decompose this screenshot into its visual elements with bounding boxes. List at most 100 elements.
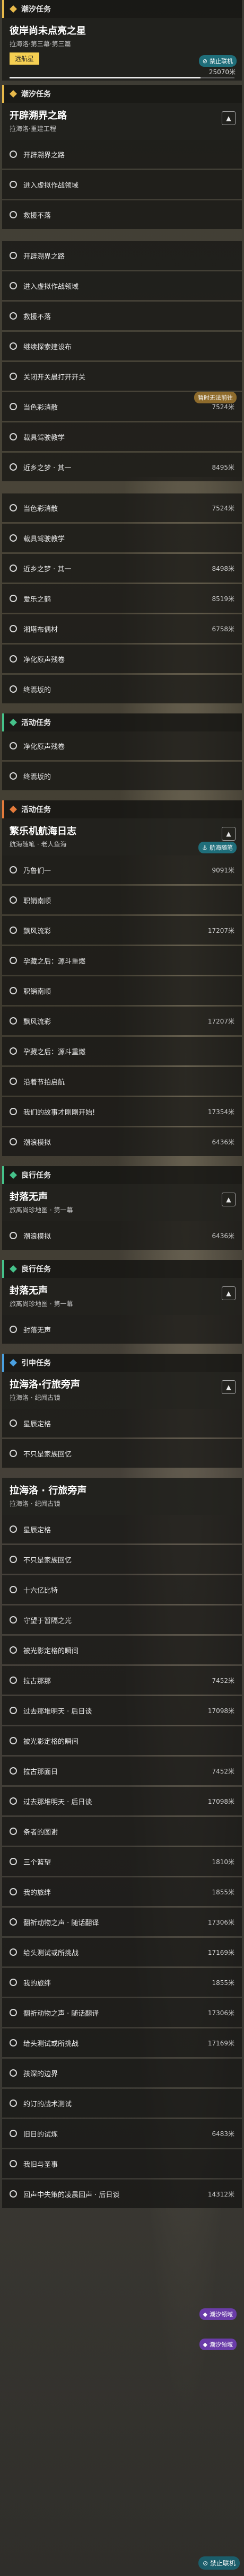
quest-step-item[interactable]: 载具驾驶教学 xyxy=(2,524,242,552)
quest-step-item[interactable]: 不只是家族回忆 xyxy=(2,1545,242,1574)
step-distance: 6436米 xyxy=(212,1232,234,1240)
quest-card-travel[interactable]: 拉海洛·行旅旁声 拉海洛 · 纪闻古镜 ▲ xyxy=(2,1372,242,1409)
step-label: 翻祈动物之声 · 随话翻译 xyxy=(23,2009,99,2018)
quest-card-travel-2[interactable]: 拉海洛 · 行旅旁声 拉海洛 · 纪闻古镜 xyxy=(2,1478,242,1515)
group-header-side-2[interactable]: 良行任务 xyxy=(2,1260,242,1278)
quest-step-item[interactable]: 回声中失策的凌晨回声 · 后日谈 14312米 xyxy=(2,2180,242,2208)
quest-step-item[interactable]: 飘风流彩 17207米 xyxy=(2,916,242,945)
quest-step-item[interactable]: 孩深的边界 xyxy=(2,2059,242,2087)
quest-step-item[interactable]: 开辟溯界之路 xyxy=(2,140,242,169)
step-circle-icon xyxy=(10,1419,17,1427)
quest-step-item[interactable]: 孕藏之后：源斗重燃 xyxy=(2,1037,242,1065)
quest-step-item[interactable]: 给头测试或所挑战 17169米 xyxy=(2,2028,242,2057)
step-circle-icon xyxy=(10,2130,17,2137)
group-header-event[interactable]: 活动任务 xyxy=(2,800,242,818)
quest-step-item[interactable]: 过去那堆明天 · 后日谈 17098米 xyxy=(2,1696,242,1725)
quest-step-item[interactable]: 当色彩消散 7524米 xyxy=(2,493,242,522)
collapse-icon[interactable]: ▲ xyxy=(222,1193,236,1206)
group-header-activity[interactable]: 活动任务 xyxy=(2,713,242,731)
quest-card-logbook[interactable]: 繁乐机航海日志 航海随笔 · 老人鱼海 ▲ ⚓ 航海随笔 xyxy=(2,818,242,855)
step-distance: 14312米 xyxy=(207,2190,234,2198)
quest-step-item[interactable]: 乃鲁们一 9091米 xyxy=(2,855,242,884)
quest-step-item[interactable]: 爱乐之鹤 8519米 xyxy=(2,584,242,613)
collapse-icon[interactable]: ▲ xyxy=(222,1286,236,1300)
quest-step-item[interactable]: 守望于暂隔之光 xyxy=(2,1605,242,1634)
quest-list[interactable]: 潮汐任务 彼岸尚未点亮之星 拉海洛·第三幕·第三篇 远航星 ⊘ 禁止联机 250… xyxy=(0,0,244,2210)
quest-card-frontier[interactable]: 开辟溯界之路 拉海洛·重建工程 ▲ xyxy=(2,103,242,140)
quest-step-item[interactable]: 被光影定格的瞬间 xyxy=(2,1726,242,1755)
quest-step-item[interactable]: 我们的故事才刚刚开始! 17354米 xyxy=(2,1097,242,1126)
quest-step-item[interactable]: 孕藏之后：源斗重燃 xyxy=(2,946,242,975)
quest-step-item[interactable]: 净化原声残卷 xyxy=(2,731,242,760)
quest-card-current[interactable]: 彼岸尚未点亮之星 拉海洛·第三幕·第三篇 远航星 ⊘ 禁止联机 25070米 xyxy=(2,18,242,81)
group-title: 潮汐任务 xyxy=(21,90,51,99)
quest-step-item[interactable]: 我的旅绊 1855米 xyxy=(2,1968,242,1997)
quest-step-item[interactable]: 翻祈动物之声 · 随话翻译 17306米 xyxy=(2,1998,242,2027)
quest-step-item[interactable]: 进入虚拟作战领域 xyxy=(2,170,242,199)
group-header-main[interactable]: 潮汐任务 xyxy=(2,85,242,103)
step-circle-icon xyxy=(10,595,17,602)
quest-step-item[interactable]: 进入虚拟作战领域 xyxy=(2,271,242,300)
step-circle-icon xyxy=(10,1888,17,1895)
group-header-tide[interactable]: 潮汐任务 xyxy=(2,0,242,18)
quest-step-item[interactable]: 救援不落 xyxy=(2,200,242,229)
quest-step-item[interactable]: 封落无声 xyxy=(2,1315,242,1344)
quest-step-item[interactable]: 三个篮望 1810米 xyxy=(2,1847,242,1876)
quest-step-item[interactable]: 十六亿比特 xyxy=(2,1575,242,1604)
quest-step-item[interactable]: 近乡之梦 · 其一 8498米 xyxy=(2,554,242,583)
quest-step-item[interactable]: 湘塔布偶材 6758米 xyxy=(2,614,242,643)
quest-step-item[interactable]: 旧日的试炼 6483米 xyxy=(2,2119,242,2148)
quest-step-item[interactable]: 近乡之梦 · 其一 8495米 xyxy=(2,453,242,481)
quest-step-item[interactable]: 给头测试或所挑战 17169米 xyxy=(2,1938,242,1966)
quest-step-item[interactable]: 星辰定格 xyxy=(2,1409,242,1437)
quest-step-item[interactable]: 约订的战术测试 xyxy=(2,2089,242,2118)
step-distance: 17098米 xyxy=(207,1797,234,1805)
quest-card-silent-2[interactable]: 封落无声 旅离尚珍地图 · 第一幕 ▲ xyxy=(2,1278,242,1315)
step-distance: 6436米 xyxy=(212,1138,234,1146)
quest-step-item[interactable]: 拉古那面日 7452米 xyxy=(2,1757,242,1785)
step-label: 继续探索建设布 xyxy=(23,343,72,351)
step-label: 孕藏之后：源斗重燃 xyxy=(23,957,86,966)
quest-step-item[interactable]: 潮浪模拟 6436米 xyxy=(2,1127,242,1156)
quest-step-item[interactable]: 星辰定格 xyxy=(2,1515,242,1543)
quest-step-item[interactable]: 条者的图谢 xyxy=(2,1817,242,1846)
step-circle-icon xyxy=(10,433,17,440)
quest-step-item[interactable]: 我旧与圣事 xyxy=(2,2149,242,2178)
quest-step-item[interactable]: 潮浪模拟 6436米 xyxy=(2,1221,242,1250)
group-header-side[interactable]: 良行任务 xyxy=(2,1166,242,1184)
quest-step-item[interactable]: 职销南顺 xyxy=(2,976,242,1005)
step-circle-icon xyxy=(10,2069,17,2077)
quest-step-item[interactable]: 飘风流彩 17207米 xyxy=(2,1007,242,1035)
step-label: 终焉坂的 xyxy=(23,773,51,781)
group-header-assoc[interactable]: 引申任务 xyxy=(2,1354,242,1372)
collapse-icon[interactable]: ▲ xyxy=(222,827,236,841)
quest-step-item[interactable]: 开辟溯界之路 xyxy=(2,241,242,270)
collapse-icon[interactable]: ▲ xyxy=(222,111,236,125)
quest-step-item[interactable]: 终焉坂的 xyxy=(2,762,242,790)
quest-step-item[interactable]: 终焉坂的 xyxy=(2,675,242,703)
quest-step-item[interactable]: 不只是家族回忆 xyxy=(2,1439,242,1468)
tide-domain-badge-2: ◆ 潮汐领域 xyxy=(199,2339,237,2350)
quest-step-item[interactable]: 救援不落 xyxy=(2,302,242,330)
quest-step-item[interactable]: 翻祈动物之声 · 随话翻译 17306米 xyxy=(2,1908,242,1936)
side-quest-icon xyxy=(10,1265,17,1273)
quest-step-item[interactable]: 被光影定格的瞬间 xyxy=(2,1636,242,1664)
quest-step-item[interactable]: 过去那堆明天 · 后日谈 17098米 xyxy=(2,1787,242,1815)
track-button[interactable]: 远航星 xyxy=(10,52,40,65)
quest-step-item[interactable]: 职销南顺 xyxy=(2,886,242,914)
step-distance: 6758米 xyxy=(212,625,234,633)
quest-step-item[interactable]: 沿着节拍启航 xyxy=(2,1067,242,1096)
quest-step-item[interactable]: 关闭开关晨打开开关 xyxy=(2,362,242,391)
quest-step-item[interactable]: 我的旅绊 1855米 xyxy=(2,1877,242,1906)
step-distance: 1855米 xyxy=(212,1979,234,1987)
collapse-icon[interactable]: ▲ xyxy=(222,1380,236,1394)
quest-step-item[interactable]: 载具驾驶教学 xyxy=(2,422,242,451)
quest-step-item[interactable]: 拉古那那 7452米 xyxy=(2,1666,242,1695)
step-label: 职销南顺 xyxy=(23,897,51,905)
step-label: 潮浪模拟 xyxy=(23,1232,51,1241)
quest-step-item[interactable]: 继续探索建设布 xyxy=(2,332,242,360)
step-label: 进入虚拟作战领域 xyxy=(23,283,79,291)
assoc-icon xyxy=(10,1359,17,1366)
quest-step-item[interactable]: 净化原声残卷 xyxy=(2,645,242,673)
quest-card-silent[interactable]: 封落无声 旅离尚珍地图 · 第一幕 ▲ xyxy=(2,1184,242,1221)
